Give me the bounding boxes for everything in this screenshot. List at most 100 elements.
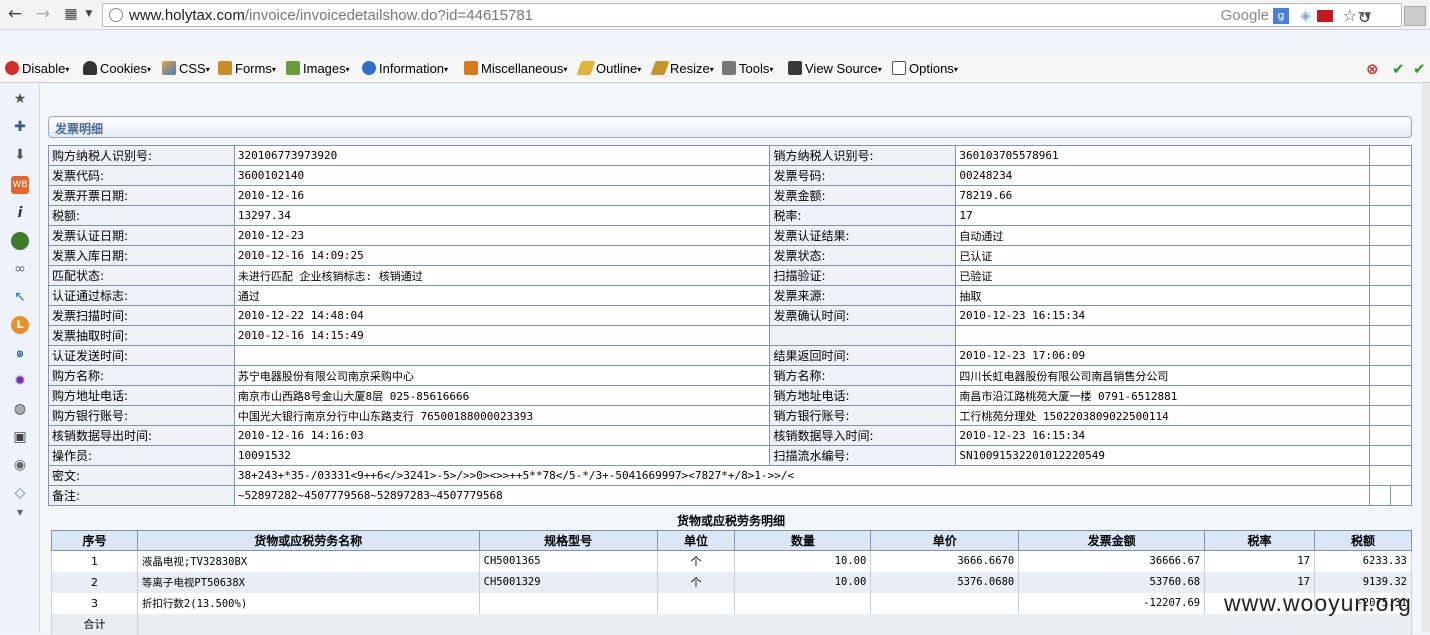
info-label: 发票确认时间: (769, 305, 957, 326)
options-menu[interactable]: Options▾ (892, 61, 958, 76)
info-icon[interactable]: i (11, 204, 29, 222)
miscellaneous-icon (464, 61, 478, 75)
goods-cell-amount: 53760.68 (1018, 571, 1206, 593)
reload-icon[interactable]: ↻ (1358, 8, 1371, 27)
goods-column-header[interactable]: 货物或应税劳务名称 (136, 530, 480, 551)
info-label: 销方纳税人识别号: (769, 145, 957, 166)
options-label: Options (909, 61, 954, 76)
info-value: 2010-12-16 14:15:49 (233, 325, 771, 346)
goods-column-header[interactable]: 发票金额 (1018, 530, 1206, 551)
link-icon[interactable]: ∞ (11, 260, 29, 278)
info-row: 认证通过标志: 通过 发票来源: 抽取 (48, 285, 1412, 306)
goods-column-header[interactable]: 税率 (1204, 530, 1315, 551)
information-icon (362, 61, 376, 75)
flag-icon[interactable] (1317, 10, 1333, 22)
download-icon[interactable]: ⬇ (11, 146, 29, 164)
extension-sidebar: ★ ✚ ⬇ WB i ∞ ↖ L ๑ ✹ ◍ ▣ ◉ ◇ ▼ (0, 84, 40, 632)
apps-dropdown-icon[interactable]: ▼ (80, 4, 98, 24)
info-value: 360103705578961 (955, 145, 1371, 166)
goods-column-header[interactable]: 单价 (870, 530, 1020, 551)
shield-icon[interactable] (11, 232, 29, 250)
goods-column-header[interactable]: 数量 (734, 530, 872, 551)
error-status-icon[interactable]: ⊗ (1366, 60, 1379, 78)
address-bar[interactable]: www.holytax.com/invoice/invoicedetailsho… (102, 3, 1402, 27)
resize-menu[interactable]: Resize▾ (650, 61, 714, 76)
goods-column-header[interactable]: 序号 (51, 530, 138, 551)
info-value: 2010-12-16 14:09:25 (233, 245, 771, 266)
information-menu[interactable]: Information▾ (362, 61, 448, 76)
vertical-scrollbar[interactable] (1422, 84, 1430, 632)
goods-cell-price: 3666.6670 (870, 550, 1020, 572)
miscellaneous-menu[interactable]: Miscellaneous▾ (464, 61, 567, 76)
tools-menu[interactable]: Tools▾ (722, 61, 773, 76)
images-menu[interactable]: Images▾ (286, 61, 350, 76)
invoice-info-table: 购方纳税人识别号: 320106773973920 销方纳税人识别号: 3601037… (48, 145, 1413, 506)
goods-title: 货物或应税劳务明细 (676, 514, 785, 528)
forms-menu[interactable]: Forms▾ (218, 61, 276, 76)
outline-menu[interactable]: Outline▾ (576, 61, 641, 76)
puzzle-icon[interactable]: ✚ (11, 118, 29, 136)
grid-icon[interactable]: ▣ (11, 428, 29, 446)
browser-menu-button[interactable] (1404, 6, 1426, 26)
info-row: 购方地址电话: 南京市山西路8号金山大厦8层 025-85616666 销方地址电话… (48, 385, 1412, 406)
goods-column-header[interactable]: 税额 (1313, 530, 1413, 551)
info-value: 00248234 (955, 165, 1371, 186)
view-source-menu[interactable]: View Source▾ (788, 61, 882, 76)
star-icon[interactable]: ★ (11, 90, 29, 108)
sidebar-more-icon[interactable]: ▼ (11, 504, 29, 522)
goods-column-header[interactable]: 规格型号 (478, 530, 658, 551)
weibo-icon[interactable]: WB (11, 176, 29, 194)
info-label: 税额: (48, 205, 235, 226)
info-spacer-cell (1369, 145, 1412, 166)
forms-icon (218, 61, 232, 75)
eraser-icon[interactable]: ◇ (11, 484, 29, 502)
goods-cell-no: 2 (51, 571, 138, 593)
info-value: 320106773973920 (233, 145, 771, 166)
page-globe-icon (109, 8, 123, 22)
goods-cell-spec: CH5001329 (478, 571, 658, 593)
goods-total-spacer (136, 613, 1413, 635)
cookies-menu[interactable]: Cookies▾ (83, 61, 151, 76)
disable-label: Disable (22, 61, 66, 76)
goods-row: 3 折扣行数2(13.500%) -12207.69 -2075.31 (51, 592, 1413, 614)
cursor-icon[interactable]: ↖ (11, 288, 29, 306)
info-value: 2010-12-16 (233, 185, 771, 206)
html-valid-check-icon[interactable]: ✔ (1413, 60, 1426, 78)
swirl-icon[interactable]: ๑ (11, 344, 29, 362)
info-row: 核销数据导出时间: 2010-12-16 14:16:03 核销数据导入时间: 201… (48, 425, 1412, 446)
apps-grid-icon[interactable]: ▦ (62, 4, 80, 24)
css-menu[interactable]: CSS▾ (162, 61, 210, 76)
goods-cell-no: 1 (51, 550, 138, 572)
info-spacer-cell (1369, 385, 1412, 406)
forward-icon[interactable]: → (34, 4, 52, 24)
browser-toolbar: ← → ▦ ▼ www.holytax.com/invoice/invoiced… (0, 0, 1430, 30)
goods-column-header[interactable]: 单位 (656, 530, 736, 551)
palette-icon[interactable]: ◍ (11, 400, 29, 418)
info-label: 认证发送时间: (48, 345, 235, 366)
info-spacer-cell (1369, 445, 1412, 466)
google-icon[interactable]: g (1273, 8, 1289, 24)
info-value: 78219.66 (955, 185, 1371, 206)
info-label: 认证通过标志: (48, 285, 235, 306)
info-value: 17 (955, 205, 1371, 226)
info-label: 发票认证结果: (769, 225, 957, 246)
virus-icon[interactable]: ✹ (11, 372, 29, 390)
info-value: 苏宁电器股份有限公司南京采购中心 (233, 365, 771, 386)
goods-cell-spec (478, 592, 658, 614)
info-label: 核销数据导出时间: (48, 425, 235, 446)
url-text[interactable]: www.holytax.com/invoice/invoicedetailsho… (129, 7, 533, 24)
l-icon[interactable]: L (11, 316, 29, 334)
search-engine-label: Google (1220, 7, 1269, 24)
bookmark-star-icon[interactable]: ☆ (1343, 6, 1357, 25)
info-spacer-cell (1369, 325, 1412, 346)
web-developer-toolbar: Disable▾ Cookies▾ CSS▾ Forms▾ Images▾ In… (0, 55, 1430, 83)
info-spacer-cell (1369, 185, 1412, 206)
back-icon[interactable]: ← (6, 4, 24, 24)
globe-icon[interactable]: ◉ (11, 456, 29, 474)
info-label (769, 325, 957, 346)
info-spacer-cell (1369, 205, 1412, 226)
disable-menu[interactable]: Disable▾ (5, 61, 69, 76)
css-valid-check-icon[interactable]: ✔ (1392, 60, 1405, 78)
extension-icon[interactable]: ◈ (1300, 8, 1311, 24)
info-label: 扫描流水编号: (769, 445, 957, 466)
